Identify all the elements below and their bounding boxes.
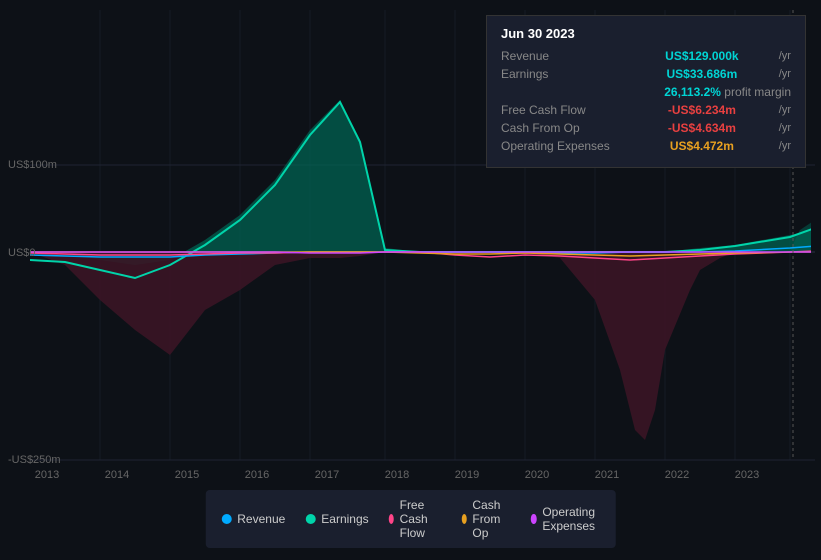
legend-item-opex[interactable]: Operating Expenses <box>531 505 600 533</box>
tooltip-value-opex: US$4.472m <box>670 139 734 153</box>
tooltip-value-earnings: US$33.686m <box>667 67 738 81</box>
tooltip-unit-opex: /yr <box>779 140 791 152</box>
tooltip-box: Jun 30 2023 Revenue US$129.000k /yr Earn… <box>486 15 806 168</box>
tooltip-row-revenue: Revenue US$129.000k /yr <box>501 49 791 63</box>
svg-text:2018: 2018 <box>385 469 409 481</box>
svg-text:2019: 2019 <box>455 469 479 481</box>
legend-label-revenue: Revenue <box>237 512 285 526</box>
tooltip-unit-cfo: /yr <box>779 122 791 134</box>
legend-item-cfo[interactable]: Cash From Op <box>461 498 511 540</box>
svg-text:US$100m: US$100m <box>8 159 57 171</box>
chart-container: Jun 30 2023 Revenue US$129.000k /yr Earn… <box>0 0 821 560</box>
chart-legend: Revenue Earnings Free Cash Flow Cash Fro… <box>205 490 616 548</box>
svg-text:2015: 2015 <box>175 469 199 481</box>
legend-dot-earnings <box>305 514 315 524</box>
legend-item-revenue[interactable]: Revenue <box>221 512 285 526</box>
tooltip-row-cfo: Cash From Op -US$4.634m /yr <box>501 121 791 135</box>
tooltip-unit-revenue: /yr <box>779 50 791 62</box>
profit-margin-value: 26,113.2% <box>664 85 721 99</box>
tooltip-row-fcf: Free Cash Flow -US$6.234m /yr <box>501 103 791 117</box>
svg-text:2023: 2023 <box>735 469 759 481</box>
tooltip-value-cfo: -US$4.634m <box>668 121 736 135</box>
tooltip-label-opex: Operating Expenses <box>501 139 621 153</box>
tooltip-unit-earnings: /yr <box>779 68 791 80</box>
tooltip-label-cfo: Cash From Op <box>501 121 621 135</box>
svg-text:2021: 2021 <box>595 469 619 481</box>
legend-dot-opex <box>531 514 536 524</box>
legend-label-earnings: Earnings <box>321 512 368 526</box>
legend-item-earnings[interactable]: Earnings <box>305 512 368 526</box>
svg-text:2017: 2017 <box>315 469 339 481</box>
tooltip-label-fcf: Free Cash Flow <box>501 103 621 117</box>
tooltip-label-earnings: Earnings <box>501 67 621 81</box>
svg-text:-US$250m: -US$250m <box>8 454 61 466</box>
legend-dot-cfo <box>461 514 466 524</box>
profit-margin-label: profit margin <box>724 85 791 99</box>
legend-label-fcf: Free Cash Flow <box>400 498 442 540</box>
tooltip-date: Jun 30 2023 <box>501 26 791 41</box>
svg-text:2020: 2020 <box>525 469 549 481</box>
svg-text:2022: 2022 <box>665 469 689 481</box>
profit-margin-row: 26,113.2% profit margin <box>501 85 791 99</box>
svg-text:2016: 2016 <box>245 469 269 481</box>
legend-dot-revenue <box>221 514 231 524</box>
tooltip-label-revenue: Revenue <box>501 49 621 63</box>
tooltip-unit-fcf: /yr <box>779 104 791 116</box>
tooltip-row-opex: Operating Expenses US$4.472m /yr <box>501 139 791 153</box>
legend-label-cfo: Cash From Op <box>472 498 511 540</box>
svg-text:2014: 2014 <box>105 469 129 481</box>
profit-margin-text: 26,113.2% profit margin <box>664 85 791 99</box>
legend-dot-fcf <box>389 514 394 524</box>
tooltip-row-earnings: Earnings US$33.686m /yr <box>501 67 791 81</box>
svg-text:2013: 2013 <box>35 469 59 481</box>
tooltip-value-fcf: -US$6.234m <box>668 103 736 117</box>
svg-text:US$0: US$0 <box>8 247 36 259</box>
tooltip-value-revenue: US$129.000k <box>665 49 738 63</box>
legend-label-opex: Operating Expenses <box>542 505 599 533</box>
legend-item-fcf[interactable]: Free Cash Flow <box>389 498 442 540</box>
